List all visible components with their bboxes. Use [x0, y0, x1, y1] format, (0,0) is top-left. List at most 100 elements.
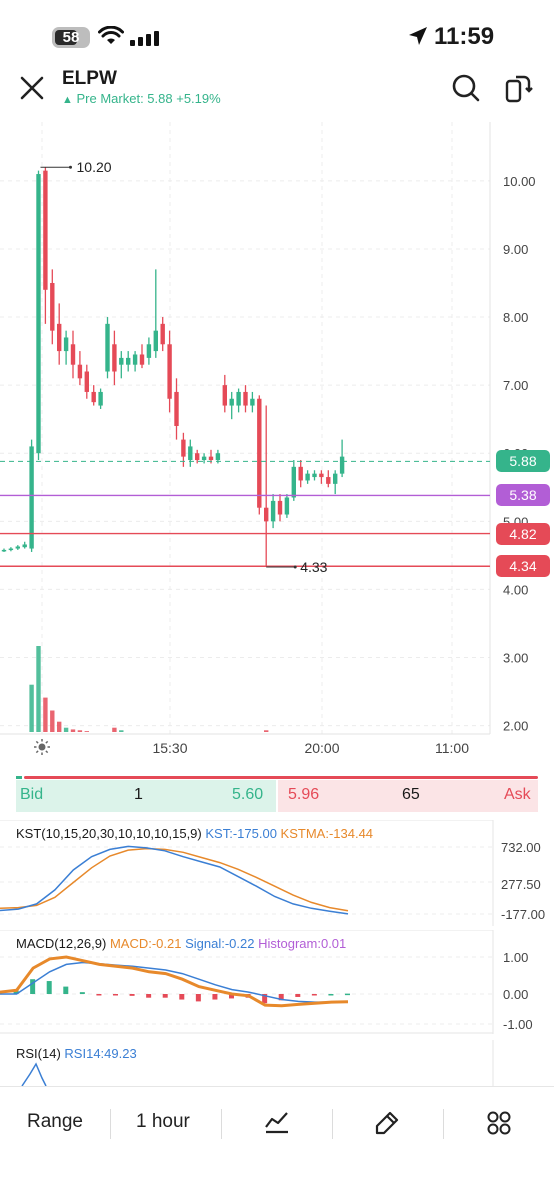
- bid-ratio-bar: [16, 776, 22, 779]
- header: ELPW ▲ Pre Market: 5.88 +5.19%: [0, 60, 554, 120]
- candle: [319, 470, 324, 484]
- status-bar: 58 11:59: [0, 0, 554, 60]
- close-icon[interactable]: [18, 74, 46, 102]
- candle: [1, 548, 7, 552]
- premarket-label: Pre Market: 5.88 +5.19%: [76, 91, 221, 106]
- histogram-bar: [212, 994, 218, 1000]
- kst-line: [0, 845, 349, 915]
- y-tick-label: 4.00: [503, 582, 528, 597]
- candle: [284, 494, 290, 518]
- ask-panel[interactable]: 5.96 65 Ask: [278, 780, 538, 812]
- candle: [15, 545, 20, 550]
- battery-indicator: 58: [52, 27, 90, 48]
- draw-tool-icon[interactable]: [373, 1109, 401, 1137]
- sun-icon: [34, 739, 50, 755]
- candle: [146, 337, 152, 365]
- kst-title: KST(10,15,20,30,10,10,10,15,9): [16, 826, 202, 841]
- ask-ratio-bar: [24, 776, 538, 779]
- candle: [250, 391, 255, 413]
- macd-panel[interactable]: MACD(12,26,9) MACD:-0.21 Signal:-0.22 Hi…: [0, 930, 554, 1034]
- candle: [91, 385, 96, 406]
- macd-tick-high: 1.00: [503, 950, 529, 965]
- wifi-icon: [98, 26, 124, 44]
- bid-ask-bar: Bid 1 5.60 5.96 65 Ask: [16, 776, 538, 812]
- volume-bar: [77, 730, 83, 732]
- macd-legend: MACD(12,26,9) MACD:-0.21 Signal:-0.22 Hi…: [16, 936, 346, 951]
- candle: [167, 330, 172, 413]
- volume-bar: [57, 721, 62, 732]
- macd-tick-low: -1.00: [503, 1017, 533, 1032]
- bid-label: Bid: [20, 786, 44, 803]
- candle: [326, 470, 331, 488]
- histogram-bar: [345, 993, 350, 996]
- volume-bar: [119, 730, 124, 732]
- histogram-bar: [79, 992, 85, 994]
- kst-tick-mid: 277.50: [501, 877, 541, 892]
- kstma-line: [0, 847, 349, 912]
- status-time: 11:59: [434, 23, 495, 50]
- kstma-value: KSTMA:-134.44: [280, 826, 374, 841]
- histogram-bar: [179, 994, 185, 1000]
- grid-menu-icon[interactable]: [485, 1109, 513, 1137]
- candle: [36, 170, 41, 461]
- y-tick-label: 3.00: [503, 651, 528, 666]
- toolbar-divider: [443, 1109, 444, 1139]
- candle: [139, 344, 145, 369]
- rsi-panel[interactable]: RSI(14) RSI14:49.23: [0, 1040, 554, 1086]
- kst-legend: KST(10,15,20,30,10,10,10,15,9) KST:-175.…: [16, 826, 373, 841]
- kst-panel[interactable]: KST(10,15,20,30,10,10,10,15,9) KST:-175.…: [0, 820, 554, 926]
- price-tag: 5.38: [496, 484, 550, 507]
- volume-bar: [29, 684, 34, 732]
- bid-size: 1: [134, 786, 143, 803]
- price-chart[interactable]: 10.204.33 10.009.008.007.006.005.004.003…: [0, 122, 554, 770]
- kst-tick-low: -177.00: [501, 907, 546, 922]
- candle: [63, 330, 69, 365]
- candle: [222, 374, 227, 413]
- histogram-bar: [96, 994, 102, 996]
- candle: [77, 351, 83, 386]
- search-icon[interactable]: [450, 72, 482, 104]
- premarket-quote: ▲ Pre Market: 5.88 +5.19%: [62, 91, 221, 106]
- candle: [277, 494, 283, 522]
- candle: [264, 405, 269, 567]
- ask-price: 5.96: [288, 786, 320, 803]
- candle: [305, 470, 310, 484]
- volume-bar: [63, 727, 69, 732]
- candle: [257, 395, 262, 515]
- candle: [339, 439, 345, 478]
- low-price-label: 4.33: [300, 559, 327, 575]
- candle: [119, 351, 124, 379]
- y-tick-label: 7.00: [503, 378, 528, 393]
- rsi-legend: RSI(14) RSI14:49.23: [16, 1046, 137, 1061]
- macd-title: MACD(12,26,9): [16, 936, 107, 951]
- candle: [270, 494, 276, 529]
- ask-label: Ask: [504, 786, 531, 803]
- histogram-bar: [129, 994, 135, 996]
- range-button[interactable]: Range: [27, 1111, 83, 1133]
- volume-bar: [43, 697, 48, 732]
- up-arrow-icon: ▲: [62, 94, 73, 106]
- interval-button[interactable]: 1 hour: [136, 1111, 190, 1133]
- candle: [229, 391, 234, 420]
- indicators-icon[interactable]: [263, 1109, 291, 1137]
- candle: [105, 317, 110, 379]
- histogram-bar: [328, 994, 334, 996]
- price-tag: 4.34: [496, 555, 550, 578]
- rotate-screen-icon[interactable]: [502, 72, 534, 104]
- candle: [174, 378, 179, 440]
- histogram-bar: [113, 994, 118, 996]
- candle: [84, 364, 89, 399]
- candle: [201, 453, 207, 464]
- volume-bar: [50, 710, 55, 732]
- macd-tick-mid: 0.00: [503, 987, 529, 1002]
- y-tick-label: 9.00: [503, 242, 528, 257]
- high-price-label: 10.20: [77, 159, 112, 175]
- candlestick-chart: 10.204.33 10.009.008.007.006.005.004.003…: [0, 122, 536, 756]
- rsi-title: RSI(14): [16, 1046, 61, 1061]
- bid-panel[interactable]: Bid 1 5.60: [16, 780, 276, 812]
- y-tick-label: 8.00: [503, 310, 528, 325]
- ticker-symbol: ELPW: [62, 68, 117, 89]
- candle: [22, 541, 27, 549]
- candle: [236, 388, 241, 413]
- volume-bar: [264, 730, 269, 732]
